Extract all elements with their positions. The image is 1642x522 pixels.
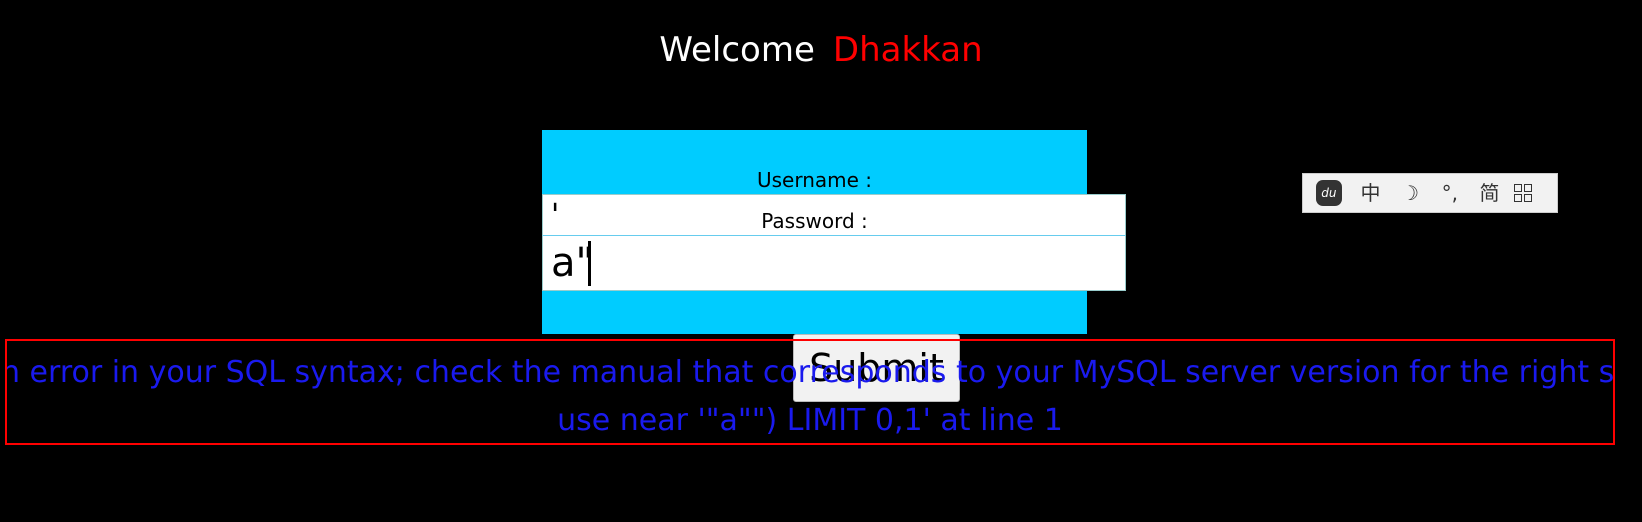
password-label: Password : xyxy=(761,209,868,233)
password-input[interactable] xyxy=(542,235,1126,291)
du-paw-icon[interactable]: du xyxy=(1315,180,1346,206)
error-line-1: n error in your SQL syntax; check the ma… xyxy=(5,355,1615,390)
moon-icon[interactable]: ☽ xyxy=(1395,178,1425,208)
grid-icon[interactable] xyxy=(1514,184,1544,202)
welcome-greeting: Welcome xyxy=(659,30,815,70)
simplified-toggle[interactable]: 简 xyxy=(1474,178,1504,208)
sql-error-message: n error in your SQL syntax; check the ma… xyxy=(5,339,1615,445)
text-caret xyxy=(588,241,591,286)
welcome-name: Dhakkan xyxy=(832,30,983,70)
punctuation-toggle[interactable]: °, xyxy=(1435,178,1465,208)
ime-toolbar[interactable]: du 中 ☽ °, 简 xyxy=(1302,173,1558,213)
welcome-heading: Welcome Dhakkan xyxy=(0,30,1642,70)
chinese-mode-toggle[interactable]: 中 xyxy=(1355,178,1385,208)
error-line-2: use near '"a"") LIMIT 0,1' at line 1 xyxy=(557,403,1063,438)
username-label: Username : xyxy=(756,168,873,192)
